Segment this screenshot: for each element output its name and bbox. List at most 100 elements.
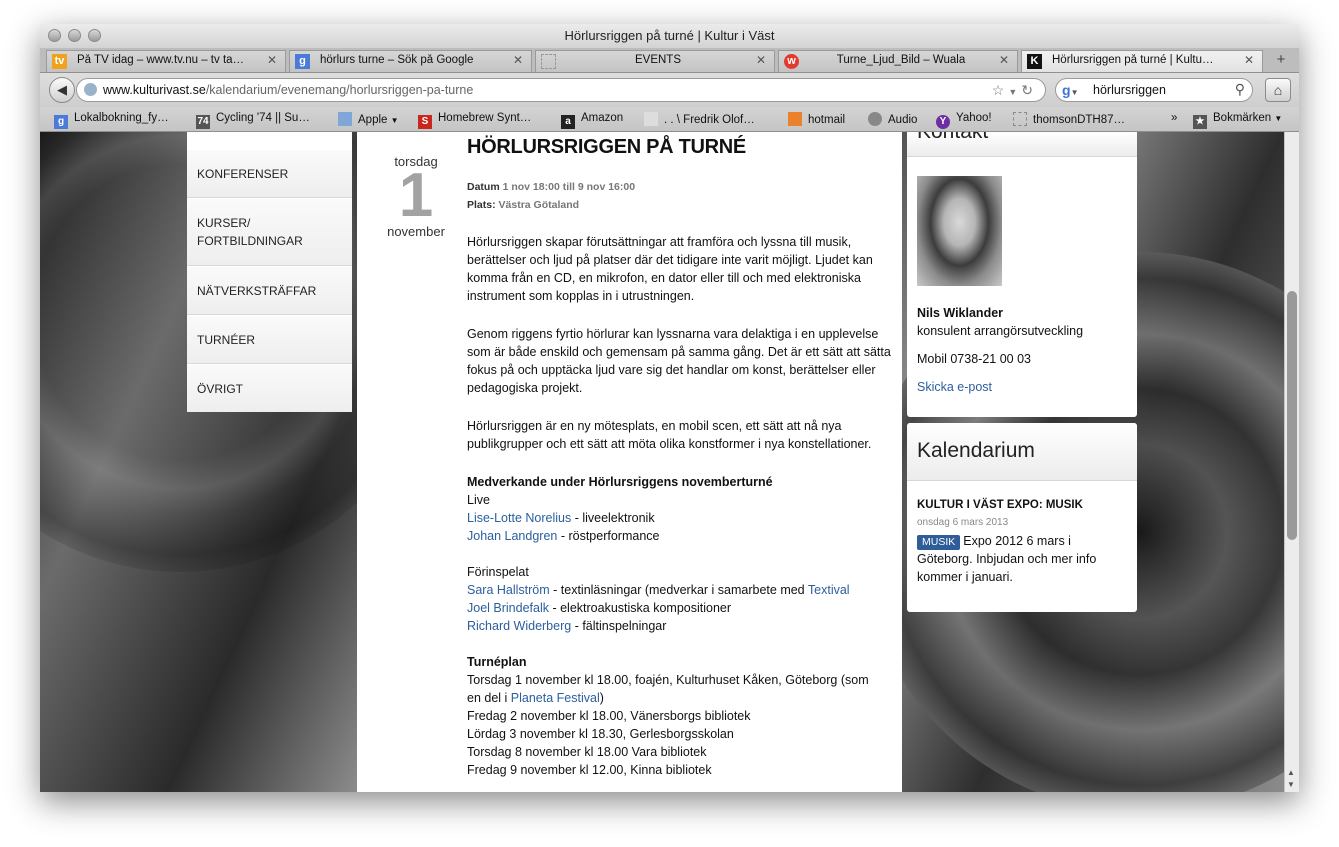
- navigation-bar: ◀ www.kulturivast.se/kalendarium/evenema…: [40, 73, 1299, 107]
- nav-item-konferenser[interactable]: KONFERENSER: [187, 149, 352, 198]
- calendar-item-title[interactable]: KULTUR I VÄST EXPO: MUSIK: [917, 499, 1083, 511]
- msn-butterfly-icon: [788, 112, 802, 126]
- nav-item-turneer[interactable]: TURNÉER: [187, 315, 352, 364]
- category-badge[interactable]: MUSIK: [917, 535, 961, 550]
- tab-label: Hörlursriggen på turné | Kultu…: [1052, 54, 1214, 66]
- close-tab-icon[interactable]: ✕: [1244, 53, 1254, 67]
- search-input[interactable]: hörlursriggen: [1093, 83, 1166, 97]
- article-paragraph-2: Genom riggens fyrtio hörlurar kan lyssna…: [467, 327, 891, 395]
- calendar-box: Kalendarium KULTUR I VÄST EXPO: MUSIK on…: [907, 423, 1137, 612]
- nav-item-ovrigt[interactable]: ÖVRIGT: [187, 364, 352, 412]
- bookmark-yahoo[interactable]: Y Yahoo!: [936, 112, 992, 129]
- dropdown-icon[interactable]: ▼: [1008, 87, 1021, 97]
- nav-item-label: KURSER/ FORTBILDNINGAR: [197, 216, 303, 248]
- medverkande-section: Medverkande under Hörlursriggens novembe…: [467, 473, 897, 779]
- bookmark-label: . . \ Fredrik Olof…: [664, 114, 755, 126]
- calendar-title: Kalendarium: [917, 439, 1035, 462]
- blank-page-icon: [541, 54, 556, 69]
- performer-role: - fältinspelningar: [571, 619, 667, 633]
- nav-item-label: NÄTVERKSTRÄFFAR: [197, 284, 317, 298]
- performer-link[interactable]: Joel Brindefalk: [467, 601, 549, 615]
- scrollbar-thumb[interactable]: [1287, 291, 1297, 540]
- bookmark-apple[interactable]: Apple ▼: [338, 112, 399, 126]
- close-tab-icon[interactable]: ✕: [756, 53, 766, 67]
- turneplan-row: Torsdag 8 november kl 18.00 Vara bibliot…: [467, 745, 707, 759]
- bookmark-label: Bokmärken: [1213, 112, 1272, 124]
- turneplan-heading: Turnéplan: [467, 655, 527, 669]
- bookmarks-overflow-chevron[interactable]: »: [1171, 112, 1177, 124]
- bookmark-label: Amazon: [581, 112, 624, 124]
- bookmark-cycling74[interactable]: 74 Cycling '74 || Su…: [196, 112, 310, 129]
- address-bar[interactable]: www.kulturivast.se/kalendarium/evenemang…: [76, 78, 1046, 102]
- medverkande-heading: Medverkande under Hörlursriggens novembe…: [467, 475, 773, 489]
- tab-events[interactable]: EVENTS ✕: [535, 50, 775, 72]
- home-button[interactable]: ⌂: [1265, 78, 1291, 102]
- tab-tvnu[interactable]: tv På TV idag – www.tv.nu – tv ta… ✕: [46, 50, 286, 72]
- event-day-number: 1: [398, 161, 434, 230]
- new-tab-button[interactable]: +: [1271, 52, 1291, 68]
- bookmark-bokmarken[interactable]: ★ Bokmärken ▼: [1193, 112, 1282, 129]
- contact-header: Kontakt: [907, 132, 1137, 157]
- performer-role: - elektroakustiska kompositioner: [549, 601, 732, 615]
- bookmark-label: Audio: [888, 114, 918, 126]
- search-bar[interactable]: g▼ hörlursriggen ⚲: [1055, 78, 1253, 102]
- plats-label: Plats:: [467, 199, 496, 211]
- search-icon[interactable]: ⚲: [1235, 81, 1245, 98]
- tab-google[interactable]: g hörlurs turne – Sök på Google ✕: [289, 50, 532, 72]
- nav-item-natverkstraffar[interactable]: NÄTVERKSTRÄFFAR: [187, 266, 352, 315]
- performer-row: Johan Landgren - röstperformance: [467, 527, 897, 545]
- blank-page-icon: [1013, 112, 1027, 126]
- close-tab-icon[interactable]: ✕: [513, 53, 523, 67]
- tab-kulturivast[interactable]: K Hörlursriggen på turné | Kultu… ✕: [1021, 50, 1263, 72]
- performer-link[interactable]: Johan Landgren: [467, 529, 557, 543]
- nav-item-kurser[interactable]: KURSER/ FORTBILDNINGAR: [187, 198, 352, 266]
- url-action-icons: ☆▼↻: [992, 82, 1037, 99]
- email-link[interactable]: Skicka e-post: [917, 380, 992, 394]
- bookmark-lokalbokning[interactable]: g Lokalbokning_fy…: [54, 112, 169, 129]
- bookmark-label: Cycling '74 || Su…: [216, 112, 310, 124]
- nav-item-label: ÖVRIGT: [197, 382, 244, 396]
- bookmarks-bar: g Lokalbokning_fy… 74 Cycling '74 || Su… A…: [40, 107, 1299, 132]
- back-arrow-icon: ◀: [57, 82, 67, 97]
- scroll-down-arrow-icon[interactable]: ▼: [1287, 780, 1295, 789]
- close-tab-icon[interactable]: ✕: [999, 53, 1009, 67]
- bookmark-fredrik[interactable]: . . \ Fredrik Olof…: [644, 112, 755, 126]
- datum-label: Datum: [467, 181, 500, 193]
- textival-link[interactable]: Textival: [808, 583, 850, 597]
- tab-label: hörlurs turne – Sök på Google: [320, 54, 474, 66]
- globe-icon: [84, 83, 97, 96]
- planeta-festival-link[interactable]: Planeta Festival: [511, 691, 600, 705]
- tab-label: På TV idag – www.tv.nu – tv ta…: [77, 54, 245, 66]
- chevron-down-icon: ▼: [390, 116, 399, 125]
- google-search-engine-icon[interactable]: g▼: [1062, 82, 1078, 98]
- bookmark-label: Apple: [358, 114, 388, 126]
- performer-link[interactable]: Richard Widerberg: [467, 619, 571, 633]
- event-datum: Datum 1 nov 18:00 till 9 nov 16:00: [467, 181, 635, 193]
- article-paragraph-3: Hörlursriggen är en ny mötesplats, en mo…: [467, 419, 872, 451]
- bookmark-thomson[interactable]: thomsonDTH87…: [1013, 112, 1125, 126]
- page-scrollbar[interactable]: ▲ ▼: [1284, 132, 1299, 792]
- reload-icon[interactable]: ↻: [1021, 82, 1037, 98]
- article-paragraph-1: Hörlursriggen skapar förutsättningar att…: [467, 235, 873, 303]
- turneplan-text: ): [599, 691, 604, 705]
- performer-link[interactable]: Sara Hallström: [467, 583, 550, 597]
- bookmark-amazon[interactable]: a Amazon: [561, 112, 623, 129]
- bookmark-audio[interactable]: Audio: [868, 112, 917, 126]
- back-button[interactable]: ◀: [49, 77, 75, 103]
- google-docs-icon: g: [54, 115, 68, 129]
- performer-link[interactable]: Lise-Lotte Norelius: [467, 511, 571, 525]
- calendar-item-text: MUSIK Expo 2012 6 mars i Göteborg. Inbjud…: [917, 532, 1127, 586]
- close-tab-icon[interactable]: ✕: [267, 53, 277, 67]
- scroll-up-arrow-icon[interactable]: ▲: [1287, 768, 1295, 777]
- performer-role: - textinläsningar (medverkar i samarbete…: [549, 583, 808, 597]
- datum-value: 1 nov 18:00 till 9 nov 16:00: [502, 181, 636, 193]
- google-favicon-icon: g: [295, 54, 310, 69]
- bookmark-star-icon[interactable]: ☆: [992, 82, 1009, 98]
- title-bar: Hörlursriggen på turné | Kultur i Väst: [40, 24, 1299, 48]
- tab-wuala[interactable]: w Turne_Ljud_Bild – Wuala ✕: [778, 50, 1018, 72]
- contact-role: konsulent arrangörsutveckling: [917, 324, 1084, 338]
- event-month: november: [387, 224, 445, 239]
- bookmark-hotmail[interactable]: hotmail: [788, 112, 845, 126]
- bookmark-homebrew[interactable]: S Homebrew Synt…: [418, 112, 531, 129]
- amazon-icon: a: [561, 115, 575, 129]
